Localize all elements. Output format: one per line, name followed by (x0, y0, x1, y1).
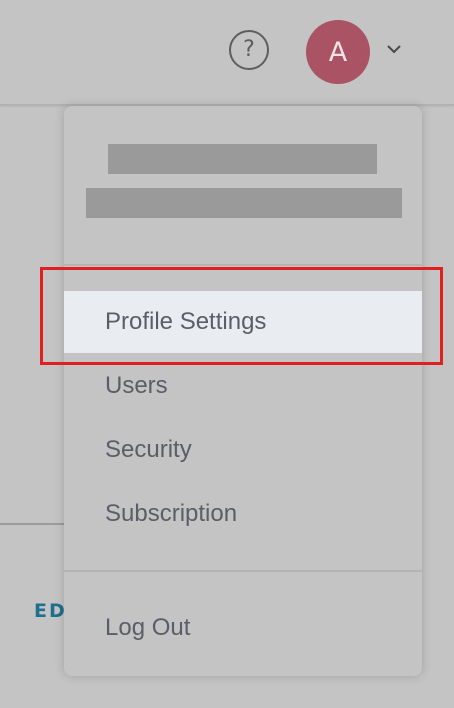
menu-item-log-out[interactable]: Log Out (64, 597, 422, 659)
highlight-box (40, 267, 443, 365)
avatar[interactable]: A (306, 20, 370, 84)
menu-item-security[interactable]: Security (64, 419, 422, 481)
menu-divider (64, 570, 422, 572)
help-button[interactable]: ? (229, 30, 269, 70)
question-circle-icon: ? (243, 37, 255, 62)
background-divider (0, 523, 64, 525)
menu-item-label: Subscription (105, 500, 238, 527)
chevron-down-icon[interactable] (386, 44, 402, 54)
top-bar: ? A (0, 0, 454, 106)
menu-item-label: Users (105, 372, 168, 399)
account-dropdown-menu: Profile Settings Users Security Subscrip… (64, 106, 422, 676)
menu-divider (64, 264, 422, 266)
redacted-user-name (108, 144, 377, 174)
menu-item-label: Security (105, 436, 192, 463)
page: ? A ED Profile Settings Users Security S… (0, 0, 454, 708)
background-link-partial: ED (34, 600, 67, 622)
menu-item-label: Log Out (105, 614, 191, 641)
menu-item-subscription[interactable]: Subscription (64, 483, 422, 545)
redacted-user-email (86, 188, 402, 218)
avatar-initial: A (328, 36, 348, 68)
